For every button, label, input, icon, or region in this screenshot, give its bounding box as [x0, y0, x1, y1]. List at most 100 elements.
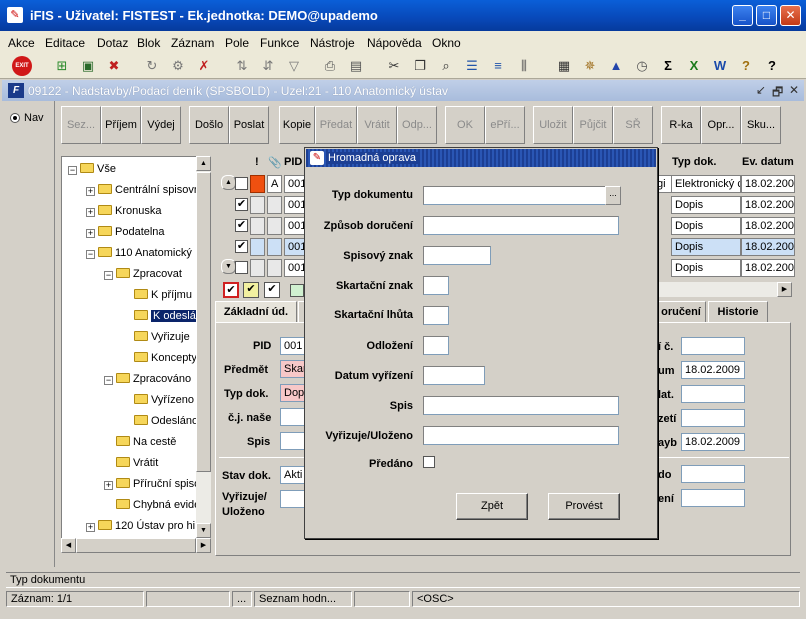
action-skupina-button[interactable]: Sku...: [741, 106, 781, 144]
menu-editace[interactable]: Editace: [45, 36, 85, 50]
tree-item-vratit[interactable]: Vrátit: [116, 457, 158, 469]
menu-okno[interactable]: Okno: [432, 36, 461, 50]
word-icon[interactable]: W: [710, 56, 730, 76]
grid-scroll-up-icon[interactable]: ▲: [221, 175, 236, 190]
action-doslo-button[interactable]: Došlo: [189, 106, 229, 144]
row-checkbox[interactable]: ✔: [235, 198, 248, 211]
action-oprava-button[interactable]: Opr...: [701, 106, 741, 144]
row-pid[interactable]: 001: [284, 175, 306, 193]
calendar-icon[interactable]: ▦: [554, 56, 574, 76]
tree-item-kronuska[interactable]: Kronuska: [98, 205, 161, 217]
save-plus-icon[interactable]: ⊞: [52, 56, 72, 76]
dialog-field-skartacni-znak[interactable]: [423, 276, 449, 295]
dialog-field-skartacni-lhuta[interactable]: [423, 306, 449, 325]
tab-zakladni-udaje[interactable]: Základní úd.: [215, 301, 297, 323]
row-pid[interactable]: 001: [284, 259, 306, 277]
tree-item-koncepty[interactable]: Koncepty: [134, 352, 197, 364]
menu-akce[interactable]: Akce: [8, 36, 35, 50]
action-pujcit-button[interactable]: Půjčit: [573, 106, 613, 144]
tree-item-zpracovat[interactable]: Zpracovat: [116, 268, 182, 280]
action-vydej-button[interactable]: Výdej: [141, 106, 181, 144]
sort-desc-icon[interactable]: ⇵: [258, 56, 278, 76]
hscroll-thumb[interactable]: [76, 538, 196, 553]
tree-expand-icon[interactable]: +: [86, 187, 95, 196]
doc-gear-icon[interactable]: ⚙: [168, 56, 188, 76]
menu-pole[interactable]: Pole: [225, 36, 249, 50]
detail-pid-field[interactable]: 001: [280, 337, 306, 355]
row-typ[interactable]: Elektronický c: [671, 175, 741, 193]
menu-blok[interactable]: Blok: [137, 36, 160, 50]
action-vratit-button[interactable]: Vrátit: [357, 106, 397, 144]
tree-expand-icon[interactable]: +: [86, 208, 95, 217]
action-sez-button[interactable]: Sez...: [61, 106, 101, 144]
action-epri-button[interactable]: ePří...: [485, 106, 525, 144]
printer2-icon[interactable]: ▤: [346, 56, 366, 76]
menu-funkce[interactable]: Funkce: [260, 36, 299, 50]
dialog-field-odlozeni[interactable]: [423, 336, 449, 355]
action-ulozit-button[interactable]: Uložit: [533, 106, 573, 144]
row-datum[interactable]: 18.02.200: [741, 175, 795, 193]
tree-item-na-ceste[interactable]: Na cestě: [116, 436, 176, 448]
action-predat-button[interactable]: Předat: [315, 106, 357, 144]
filter-checkbox-yellow[interactable]: ✔: [243, 282, 259, 298]
row-checkbox[interactable]: [235, 177, 248, 190]
tree-item-vyrizeno[interactable]: Vyřízeno: [134, 394, 194, 406]
scroll-thumb[interactable]: [196, 172, 211, 472]
row-checkbox[interactable]: [235, 261, 248, 274]
maximize-button[interactable]: □: [756, 5, 777, 26]
row-typ[interactable]: Dopis: [671, 196, 741, 214]
detail-right-field-2[interactable]: 18.02.2009: [681, 361, 745, 379]
tree-vertical-scrollbar[interactable]: ▲ ▼: [196, 156, 211, 538]
detail-predmet-field[interactable]: Skar: [280, 360, 306, 378]
dialog-field-typ-dokumentu[interactable]: [423, 186, 606, 205]
detail-cj-field[interactable]: [280, 408, 306, 426]
tree-collapse-icon[interactable]: −: [104, 376, 113, 385]
row-typ[interactable]: Dopis: [671, 238, 741, 256]
row-checkbox[interactable]: ✔: [235, 240, 248, 253]
tree-collapse-icon[interactable]: −: [68, 166, 77, 175]
dialog-field-zpusob-doruceni[interactable]: [423, 216, 619, 235]
sort-asc-icon[interactable]: ⇅: [232, 56, 252, 76]
row-datum[interactable]: 18.02.200: [741, 217, 795, 235]
tree-item-odeslano[interactable]: Odesláno: [134, 415, 198, 427]
print-icon[interactable]: ⎙: [320, 56, 340, 76]
menu-nastroje[interactable]: Nástroje: [310, 36, 355, 50]
minimize-button[interactable]: _: [732, 5, 753, 26]
detail-vyrizuje-field[interactable]: [280, 490, 306, 508]
tree-item-prirucni-spisovna[interactable]: Příruční spisov: [116, 478, 206, 490]
tree-item-vyrizuje[interactable]: Vyřizuje: [134, 331, 190, 343]
lock-x-icon[interactable]: ✗: [194, 56, 214, 76]
row-typ[interactable]: Dopis: [671, 259, 741, 277]
tab-doruceni[interactable]: oručení: [656, 301, 706, 323]
action-rka-button[interactable]: R-ka: [661, 106, 701, 144]
tab-historie[interactable]: Historie: [708, 301, 768, 323]
lock-help-icon[interactable]: ?: [736, 56, 756, 76]
detail-right-field-7[interactable]: [681, 489, 745, 507]
detail-stav-field[interactable]: Akti: [280, 466, 306, 484]
col-header-typ[interactable]: Typ dok.: [672, 156, 716, 168]
tree-item-zpracovano[interactable]: Zpracováno: [116, 373, 191, 385]
nav-radio[interactable]: [10, 113, 20, 123]
filter-checkbox-white[interactable]: ✔: [264, 282, 280, 298]
tree-item-k-odeslani[interactable]: K odeslán: [134, 310, 204, 322]
exit-icon[interactable]: EXIT: [12, 56, 32, 76]
row-typ[interactable]: Dopis: [671, 217, 741, 235]
action-prijem-button[interactable]: Příjem: [101, 106, 141, 144]
row-datum[interactable]: 18.02.200: [741, 196, 795, 214]
scroll-left-icon[interactable]: ◀: [61, 538, 76, 553]
dialog-field-datum-vyrizeni[interactable]: [423, 366, 485, 385]
mountain-icon[interactable]: ▲: [606, 56, 626, 76]
tree-item-chybna-evidence[interactable]: Chybná evide: [116, 499, 200, 511]
action-kopie-button[interactable]: Kopie: [279, 106, 315, 144]
settings-wheel-icon[interactable]: ✵: [580, 56, 600, 76]
scissors-icon[interactable]: ✂: [384, 56, 404, 76]
excel-icon[interactable]: X: [684, 56, 704, 76]
list-indent-icon[interactable]: ≡: [488, 56, 508, 76]
clock-icon[interactable]: ◷: [632, 56, 652, 76]
tree-item-110-anatomicky[interactable]: 110 Anatomický: [98, 247, 192, 259]
dialog-lov-button[interactable]: ...: [605, 186, 621, 205]
delete-x-icon[interactable]: ✖: [104, 56, 124, 76]
row-pid[interactable]: 001: [284, 238, 306, 256]
tree-item-podatelna[interactable]: Podatelna: [98, 226, 165, 238]
menu-zaznam[interactable]: Záznam: [171, 36, 214, 50]
